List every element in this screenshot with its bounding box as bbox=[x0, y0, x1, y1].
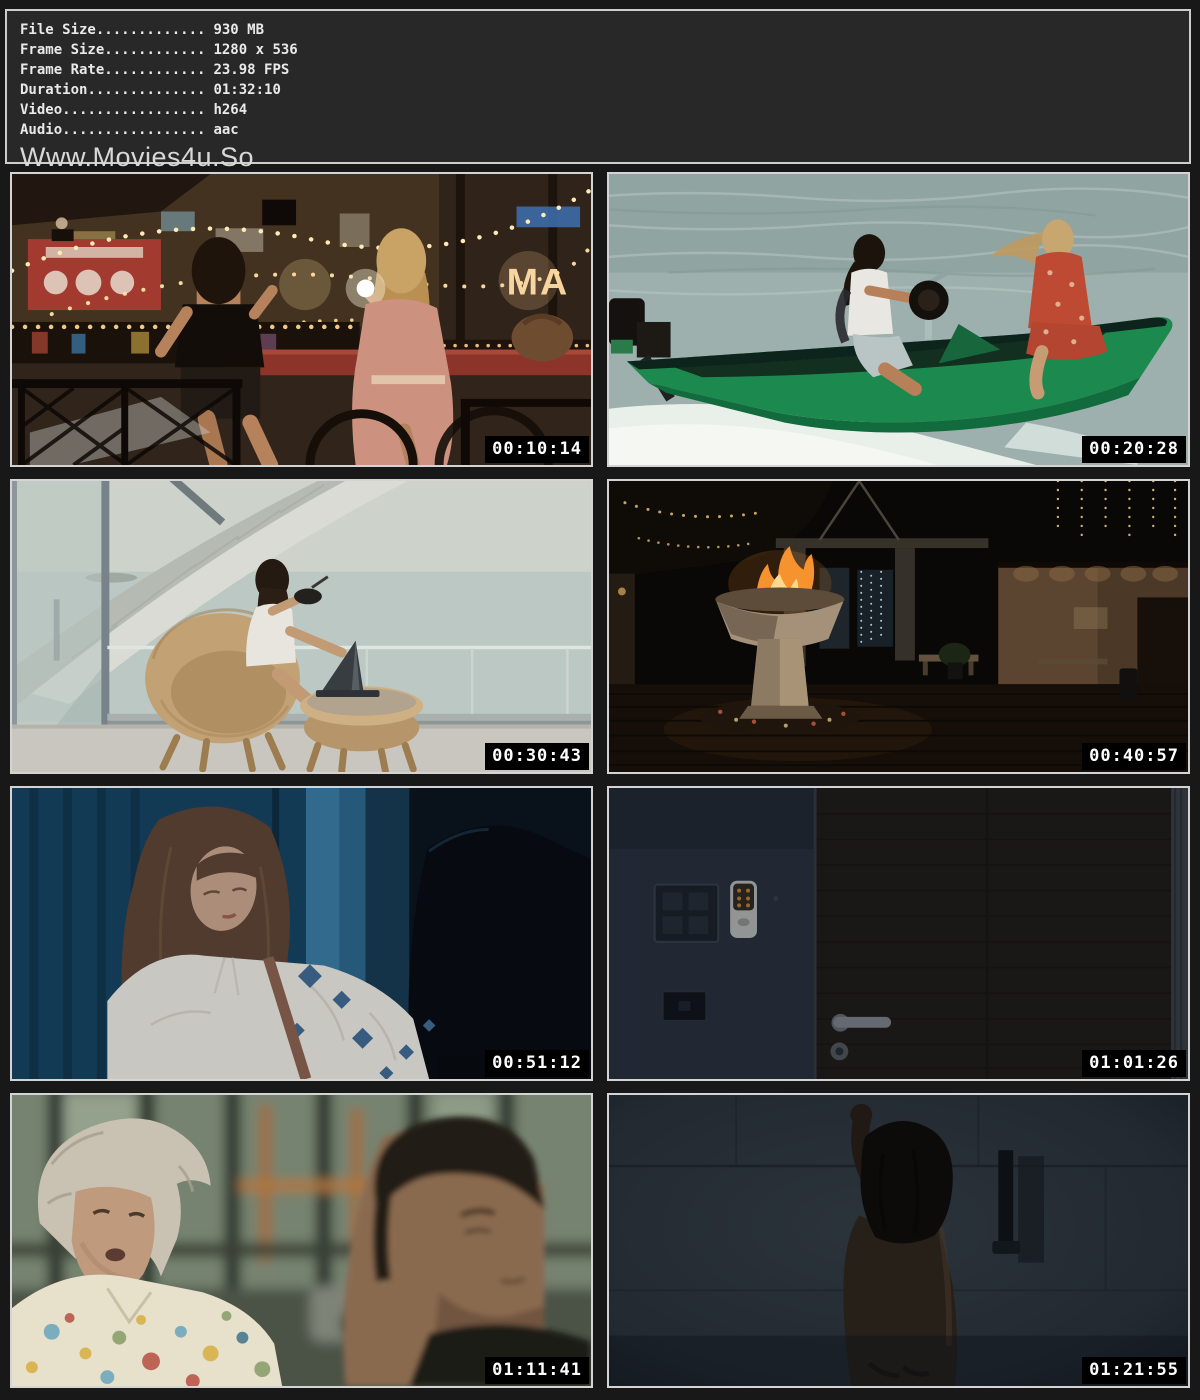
screenshot-grid: MA bbox=[10, 172, 1190, 1388]
info-line-duration: Duration.............. 01:32:10 bbox=[20, 80, 1189, 100]
thumbnail-scene-dark-door bbox=[609, 788, 1188, 1079]
thumbnail-7-two-men: 01:11:41 bbox=[10, 1093, 593, 1388]
media-preview-sheet: File Size............. 930 MB Frame Size.… bbox=[0, 0, 1200, 1400]
dot-leader: ............ bbox=[104, 42, 205, 58]
thumbnail-8-shower: 01:21:55 bbox=[607, 1093, 1190, 1388]
thumbnail-scene-woman-blouse bbox=[12, 788, 591, 1079]
dot-leader: .............. bbox=[87, 82, 205, 98]
info-line-frame-size: Frame Size............ 1280 x 536 bbox=[20, 40, 1189, 60]
media-info-panel: File Size............. 930 MB Frame Size.… bbox=[5, 9, 1191, 164]
marquee-letters: MA bbox=[507, 260, 570, 302]
info-label: Duration bbox=[20, 82, 87, 98]
info-line-audio: Audio................. aac bbox=[20, 120, 1189, 140]
handbag bbox=[512, 314, 574, 361]
dot-leader: ............ bbox=[104, 62, 205, 78]
thumbnail-scene-shower bbox=[609, 1095, 1188, 1386]
info-value: 930 MB bbox=[213, 22, 264, 38]
dot-leader: ................. bbox=[62, 122, 205, 138]
thumbnail-6-dark-door: 01:01:26 bbox=[607, 786, 1190, 1081]
timestamp-badge: 01:01:26 bbox=[1082, 1050, 1186, 1077]
dot-leader: ............. bbox=[96, 22, 206, 38]
info-value: 01:32:10 bbox=[213, 82, 280, 98]
info-label: Frame Rate bbox=[20, 62, 104, 78]
timestamp-badge: 01:11:41 bbox=[485, 1357, 589, 1384]
info-label: Video bbox=[20, 102, 62, 118]
timestamp-badge: 00:40:57 bbox=[1082, 743, 1186, 770]
thumbnail-5-woman-blouse: 00:51:12 bbox=[10, 786, 593, 1081]
timestamp-badge: 00:10:14 bbox=[485, 436, 589, 463]
thumbnail-1-night-market: MA bbox=[10, 172, 593, 467]
info-value: aac bbox=[213, 122, 238, 138]
thumbnail-scene-two-men bbox=[12, 1095, 591, 1386]
dot-leader: ................. bbox=[62, 102, 205, 118]
info-value: 23.98 FPS bbox=[213, 62, 289, 78]
info-line-file-size: File Size............. 930 MB bbox=[20, 20, 1189, 40]
timestamp-badge: 00:51:12 bbox=[485, 1050, 589, 1077]
info-label: File Size bbox=[20, 22, 96, 38]
info-line-video: Video................. h264 bbox=[20, 100, 1189, 120]
site-watermark: Www.Movies4u.So bbox=[20, 142, 1189, 173]
thumbnail-scene-courtyard bbox=[609, 481, 1188, 772]
info-value: 1280 x 536 bbox=[213, 42, 297, 58]
timestamp-badge: 00:30:43 bbox=[485, 743, 589, 770]
thumbnail-2-speedboat: 00:20:28 bbox=[607, 172, 1190, 467]
thumbnail-4-courtyard: 00:40:57 bbox=[607, 479, 1190, 774]
info-label: Frame Size bbox=[20, 42, 104, 58]
thumbnail-scene-balcony bbox=[12, 481, 591, 772]
thumbnail-scene-speedboat bbox=[609, 174, 1188, 465]
timestamp-badge: 00:20:28 bbox=[1082, 436, 1186, 463]
info-line-frame-rate: Frame Rate............ 23.98 FPS bbox=[20, 60, 1189, 80]
thumbnail-scene-night-market: MA bbox=[12, 174, 591, 465]
info-label: Audio bbox=[20, 122, 62, 138]
info-value: h264 bbox=[213, 102, 247, 118]
thumbnail-3-balcony: 00:30:43 bbox=[10, 479, 593, 774]
timestamp-badge: 01:21:55 bbox=[1082, 1357, 1186, 1384]
